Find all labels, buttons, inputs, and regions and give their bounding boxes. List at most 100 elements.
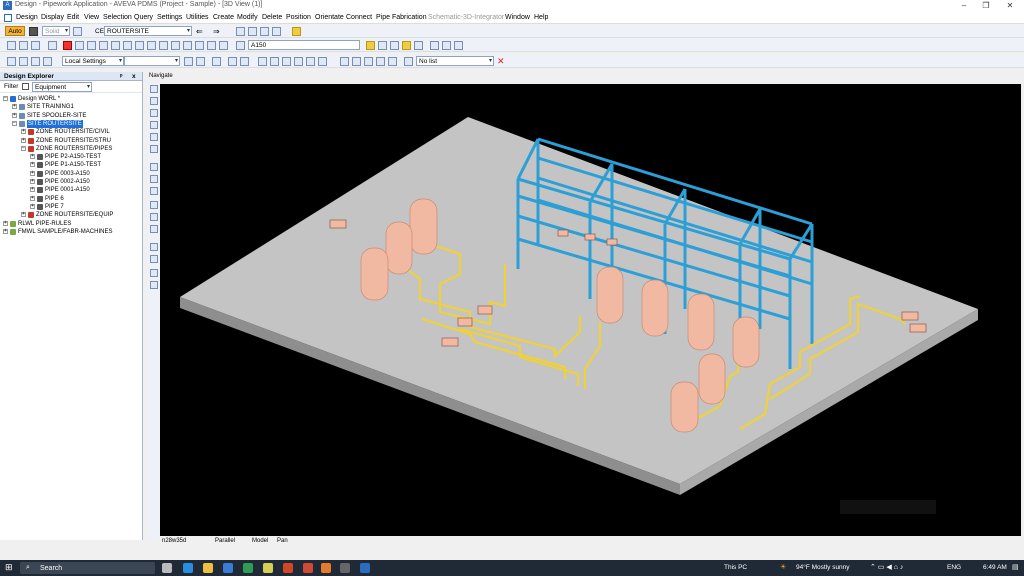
elbow-icon[interactable]	[111, 41, 120, 50]
terminal-icon[interactable]	[340, 563, 350, 573]
component-tool-icon[interactable]	[31, 41, 40, 50]
view-remove-icon[interactable]	[260, 27, 269, 36]
local-settings-select[interactable]: Local Settings ▾	[62, 56, 124, 66]
render-mode-select[interactable]: Solid ▾	[42, 26, 70, 36]
pin-icon[interactable]: ᵖ	[120, 72, 123, 81]
tee-icon[interactable]	[123, 41, 132, 50]
stop-icon[interactable]	[48, 41, 57, 50]
orbit-icon[interactable]	[318, 57, 327, 66]
menu-view[interactable]: View	[84, 14, 99, 21]
restore-view-icon[interactable]	[352, 57, 361, 66]
current-element-select[interactable]: ROUTERSITE ▾	[104, 26, 192, 36]
view-elevation-icon[interactable]	[388, 57, 397, 66]
menu-selection[interactable]: Selection	[103, 14, 132, 21]
walk-icon[interactable]	[19, 57, 28, 66]
attachment-icon[interactable]	[195, 41, 204, 50]
walkthrough-icon[interactable]	[150, 85, 158, 93]
clock[interactable]: 6:49 AM	[983, 564, 1007, 571]
excel-icon[interactable]	[243, 563, 253, 573]
highlight-icon[interactable]	[292, 27, 301, 36]
aveva-taskbar-icon[interactable]	[360, 563, 370, 573]
menu-modify[interactable]: Modify	[237, 14, 258, 21]
clear-list-icon[interactable]: ✕	[497, 56, 505, 67]
route-settings-icon[interactable]	[414, 41, 423, 50]
auto-route-icon[interactable]	[366, 41, 375, 50]
camera-icon[interactable]	[150, 281, 158, 289]
menu-position[interactable]: Position	[286, 14, 311, 21]
flange-icon[interactable]	[147, 41, 156, 50]
rotate-side-icon[interactable]	[150, 243, 158, 251]
view-iso-icon[interactable]	[364, 57, 373, 66]
close-button[interactable]: ✕	[996, 0, 1024, 12]
menu-query[interactable]: Query	[134, 14, 153, 21]
gasket-icon[interactable]	[171, 41, 180, 50]
measure-icon-side[interactable]	[150, 109, 158, 117]
snap-icon[interactable]	[43, 57, 52, 66]
clip-box-icon[interactable]	[150, 97, 158, 105]
pdf-reader-icon[interactable]	[303, 563, 313, 573]
menu-window[interactable]: Window	[505, 14, 530, 21]
tree-expander-icon[interactable]: +	[30, 162, 35, 168]
rotate-icon[interactable]	[196, 57, 205, 66]
disconnect-icon[interactable]	[219, 41, 228, 50]
zoom-extents-icon[interactable]	[150, 133, 158, 141]
color-fill-icon[interactable]	[150, 201, 158, 209]
menu-settings[interactable]: Settings	[157, 14, 182, 21]
pipe-spec-field[interactable]: A150	[248, 40, 360, 50]
grid-icon[interactable]	[150, 175, 158, 183]
firefox-icon[interactable]	[321, 563, 331, 573]
dimension-icon[interactable]	[430, 41, 439, 50]
view-select-icon[interactable]	[272, 27, 281, 36]
next-icon[interactable]	[87, 41, 96, 50]
refresh-icon[interactable]	[150, 225, 158, 233]
powerpoint-icon[interactable]	[283, 563, 293, 573]
tree-expander-icon[interactable]: +	[12, 112, 17, 118]
edge-icon[interactable]	[183, 563, 193, 573]
tree-expander-icon[interactable]: −	[21, 145, 26, 151]
measure-distance-icon[interactable]	[31, 57, 40, 66]
play-icon[interactable]	[282, 57, 291, 66]
notifications-icon[interactable]: ▤	[1012, 563, 1019, 571]
redo-icon[interactable]	[240, 57, 249, 66]
tree-expander-icon[interactable]: +	[30, 195, 35, 201]
tree-expander-icon[interactable]: +	[30, 170, 35, 176]
zoom-window-icon[interactable]	[150, 145, 158, 153]
insert-icon[interactable]	[99, 41, 108, 50]
tree-expander-icon[interactable]: +	[3, 228, 8, 234]
tree-expander-icon[interactable]: +	[3, 220, 8, 226]
auto-button[interactable]: Auto	[5, 26, 25, 36]
pan-icon[interactable]	[306, 57, 315, 66]
pointer-icon[interactable]	[258, 57, 267, 66]
undo-icon[interactable]	[228, 57, 237, 66]
axes-icon[interactable]	[150, 187, 158, 195]
move-icon[interactable]	[184, 57, 193, 66]
tree-expander-icon[interactable]: +	[30, 187, 35, 193]
menu-connect[interactable]: Connect	[346, 14, 372, 21]
shading-icon[interactable]	[150, 163, 158, 171]
explorer-close-icon[interactable]: x	[132, 72, 136, 81]
delete-icon[interactable]	[63, 41, 72, 50]
tree-expander-icon[interactable]: +	[21, 212, 26, 218]
spec-icon[interactable]	[236, 41, 245, 50]
mail-icon[interactable]	[223, 563, 233, 573]
tree-expander-icon[interactable]: +	[30, 179, 35, 184]
menu-display[interactable]: Display	[41, 14, 64, 21]
this-pc-label[interactable]: This PC	[724, 564, 747, 571]
taskbar-search-box[interactable]: ⌕ Search	[20, 562, 155, 574]
tree-expander-icon[interactable]: +	[21, 129, 26, 135]
copy-view-icon[interactable]	[150, 269, 158, 277]
tree-expander-icon[interactable]: −	[12, 120, 17, 126]
file-explorer-icon[interactable]	[203, 563, 213, 573]
cylinder-icon[interactable]	[73, 27, 82, 36]
forward-arrow-icon[interactable]: ⇒	[213, 27, 220, 36]
list-select[interactable]: No list ▾	[416, 56, 494, 66]
route-edit-icon[interactable]	[390, 41, 399, 50]
menu-schematic-3d-integrator[interactable]: Schematic-3D-Integrator	[428, 14, 504, 21]
branch-tool-icon[interactable]	[19, 41, 28, 50]
task-view-icon[interactable]	[162, 563, 172, 573]
cap-icon[interactable]	[183, 41, 192, 50]
settings-secondary-select[interactable]: ▾	[124, 56, 180, 66]
menu-orientate[interactable]: Orientate	[315, 14, 344, 21]
tree-expander-icon[interactable]: +	[12, 104, 17, 110]
zoom-icon[interactable]	[294, 57, 303, 66]
